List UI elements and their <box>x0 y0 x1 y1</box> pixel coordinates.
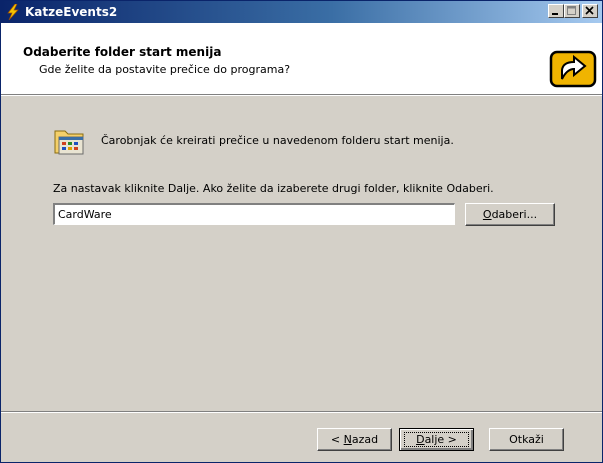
wizard-header: Odaberite folder start menija Gde želite… <box>1 23 602 94</box>
browse-button[interactable]: Odaberi... <box>465 203 555 226</box>
start-menu-folder-icon <box>54 130 84 155</box>
focus-rectangle <box>404 432 469 447</box>
header-separator <box>1 94 602 96</box>
page-subtitle: Gde želite da postavite prečice do progr… <box>39 63 291 76</box>
footer-separator <box>1 411 602 413</box>
installer-window: KatzeEvents2 Odaberite folder start meni… <box>0 0 603 463</box>
cancel-button[interactable]: Otkaži <box>489 428 564 451</box>
back-label-rest: azad <box>351 432 379 446</box>
back-label-prefix: < <box>330 432 344 446</box>
window-title: KatzeEvents2 <box>25 5 118 19</box>
close-button[interactable] <box>582 4 598 18</box>
instruction-text: Za nastavak kliknite Dalje. Ako želite d… <box>53 182 494 195</box>
close-icon <box>585 6 594 15</box>
maximize-icon <box>567 6 576 15</box>
shortcut-icon <box>549 50 597 88</box>
back-label-mnemonic: N <box>343 432 352 446</box>
title-bar[interactable]: KatzeEvents2 <box>1 1 602 23</box>
minimize-button[interactable] <box>548 4 564 18</box>
intro-text: Čarobnjak će kreirati prečice u navedeno… <box>101 134 454 147</box>
start-menu-folder-input[interactable] <box>53 203 455 225</box>
minimize-icon <box>552 13 558 15</box>
next-button[interactable]: Dalje > <box>399 428 474 451</box>
browse-label-rest: daberi... <box>491 207 538 221</box>
lightning-app-icon <box>7 4 19 20</box>
maximize-button[interactable] <box>564 4 580 18</box>
page-title: Odaberite folder start menija <box>23 45 222 59</box>
browse-label-mnemonic: O <box>482 207 492 221</box>
back-button[interactable]: < Nazad <box>317 428 392 451</box>
